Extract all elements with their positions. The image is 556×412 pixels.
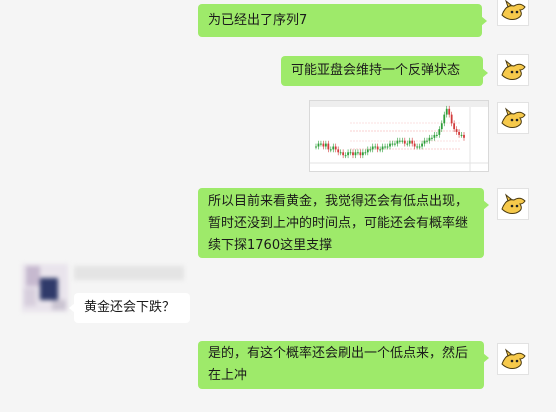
candle-body <box>413 143 416 147</box>
candle-body <box>369 149 372 151</box>
yellow-creature-icon <box>501 107 526 128</box>
candle-body <box>366 149 369 153</box>
candle-body <box>389 143 391 147</box>
gold-price-chart-image <box>310 101 488 171</box>
candle-body <box>440 123 443 130</box>
candle-body <box>379 149 382 151</box>
candle-body <box>406 143 409 145</box>
candle-body <box>329 149 332 151</box>
candle-body <box>411 140 414 144</box>
candle-body <box>428 137 431 141</box>
message-text-5: 黄金还会下跌？ <box>84 300 176 315</box>
candle-body <box>315 146 317 148</box>
candle-body <box>398 140 401 142</box>
candle-body <box>403 140 406 144</box>
candle-body <box>438 129 441 135</box>
candle-body <box>320 143 322 145</box>
candle-body <box>450 114 453 124</box>
candle-body <box>431 137 433 139</box>
candle-body <box>435 134 438 136</box>
candle-body <box>401 140 404 142</box>
candle-body <box>361 152 364 156</box>
message-text-1: 为已经出了序列7 <box>208 13 308 28</box>
chart-image-message[interactable] <box>309 100 489 172</box>
message-text-6: 是的，有这个概率还会刷出一个低点来，然后在上冲 <box>208 346 469 383</box>
candle-body <box>386 146 389 148</box>
candle-body <box>443 114 446 124</box>
candle-body <box>391 143 394 145</box>
candle-body <box>448 108 451 115</box>
candle-body <box>408 140 411 144</box>
yellow-creature-icon <box>501 193 526 214</box>
message-bubble-2[interactable]: 可能亚盘会维持一个反弹状态 <box>281 56 488 86</box>
message-text-2: 可能亚盘会维持一个反弹状态 <box>291 63 461 78</box>
candle-body <box>396 140 399 144</box>
candle-body <box>374 146 377 148</box>
candle-body <box>376 146 379 150</box>
candle-body <box>324 143 327 147</box>
candle-body <box>423 140 426 144</box>
candle-body <box>426 140 428 142</box>
candle-body <box>349 152 352 154</box>
message-bubble-5[interactable]: 黄金还会下跌？ <box>69 293 190 323</box>
candle-body <box>394 143 396 145</box>
candle-body <box>421 143 423 147</box>
candle-body <box>460 134 463 136</box>
candle-body <box>359 152 362 156</box>
candle-body <box>381 146 384 150</box>
candle-body <box>342 152 345 156</box>
candle-body <box>339 152 342 154</box>
candle-body <box>453 123 456 130</box>
candle-body <box>332 146 335 150</box>
candle-body <box>327 143 330 150</box>
candle-body <box>322 143 325 147</box>
message-bubble-1[interactable]: 为已经出了序列7 <box>198 4 487 37</box>
my-avatar-6[interactable] <box>497 343 529 375</box>
yellow-creature-icon <box>501 59 526 80</box>
candle-body <box>445 108 448 115</box>
candle-body <box>354 152 357 156</box>
candle-body <box>364 152 367 154</box>
message-bubble-4[interactable]: 所以目前来看黄金，我觉得还会有低点出现，暂时还没到上冲的时间点，可能还会有概率继… <box>198 188 489 258</box>
candle-body <box>416 146 419 148</box>
candle-body <box>455 129 458 132</box>
yellow-creature-icon <box>501 0 526 20</box>
candle-body <box>347 152 349 156</box>
candle-body <box>357 152 359 154</box>
my-avatar-3[interactable] <box>497 102 529 134</box>
yellow-creature-icon <box>501 348 526 369</box>
candle-body <box>418 146 421 148</box>
candle-body <box>337 149 340 153</box>
candle-body <box>384 146 386 148</box>
message-text-4: 所以目前来看黄金，我觉得还会有低点出现，暂时还没到上冲的时间点，可能还会有概率继… <box>208 194 469 253</box>
my-avatar-4[interactable] <box>497 188 529 220</box>
candle-body <box>458 132 460 135</box>
my-avatar-2[interactable] <box>497 54 529 86</box>
my-avatar-1[interactable] <box>497 0 529 26</box>
candle-body <box>334 146 337 150</box>
candle-body <box>463 134 465 138</box>
candle-body <box>317 143 320 147</box>
candle-body <box>352 152 354 156</box>
candle-body <box>344 155 347 157</box>
contact-name-blurred <box>74 266 184 280</box>
candle-body <box>433 134 436 138</box>
contact-avatar[interactable] <box>22 264 68 312</box>
candle-body <box>371 146 374 150</box>
message-bubble-6[interactable]: 是的，有这个概率还会刷出一个低点来，然后在上冲 <box>198 341 489 389</box>
blurred-avatar-icon <box>22 264 68 312</box>
